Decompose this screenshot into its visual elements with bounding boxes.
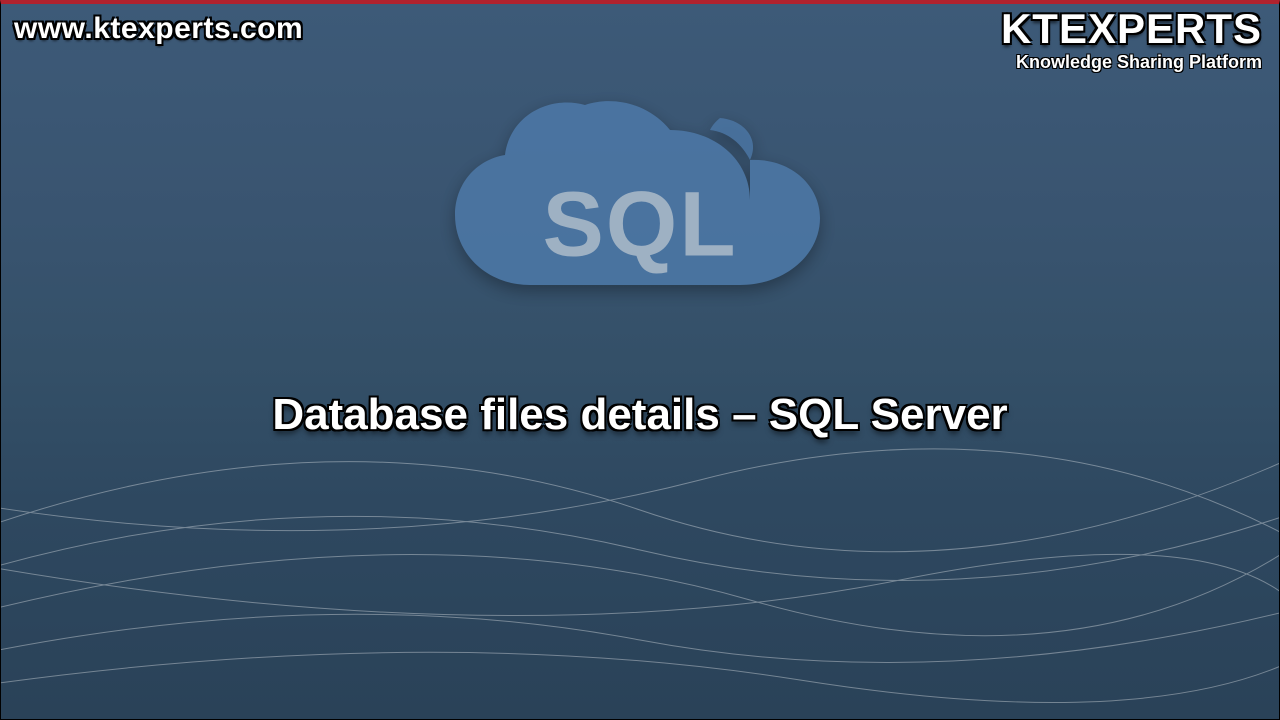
website-url: www.ktexperts.com xyxy=(14,12,303,46)
brand-title: KTEXPERTS xyxy=(1001,8,1262,50)
brand-tagline: Knowledge Sharing Platform xyxy=(1001,52,1262,73)
cloud-text: SQL xyxy=(542,173,737,278)
decorative-waves xyxy=(0,320,1280,720)
main-title: Database files details – SQL Server xyxy=(0,390,1280,440)
brand-block: KTEXPERTS Knowledge Sharing Platform xyxy=(1001,8,1262,73)
sql-cloud-logo: SQL xyxy=(450,90,830,350)
